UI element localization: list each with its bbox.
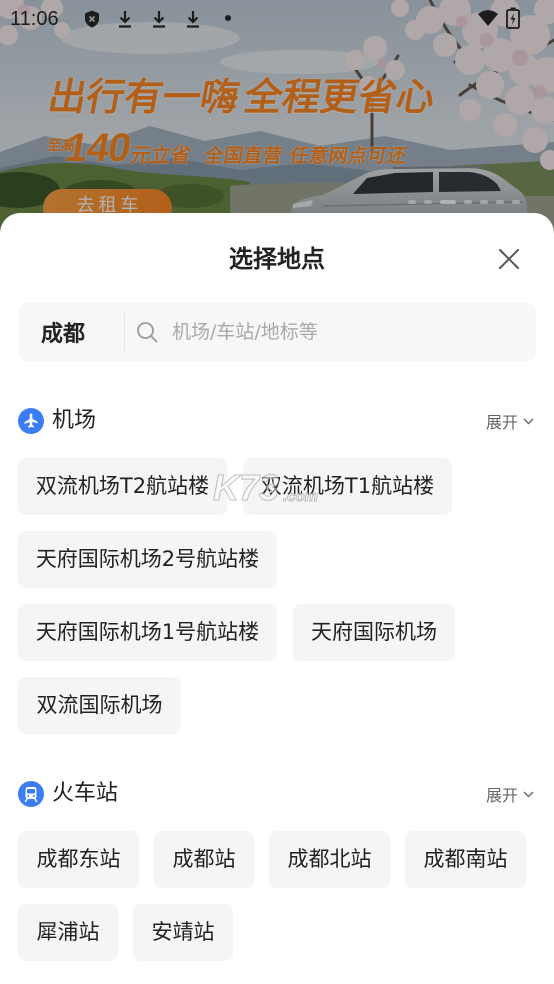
train-expand-button[interactable]: 展开	[486, 782, 534, 806]
airport-chip[interactable]: 双流机场T1航站楼	[243, 458, 452, 515]
airport-chip[interactable]: 天府国际机场1号航站楼	[18, 604, 277, 661]
station-chip[interactable]: 犀浦站	[18, 904, 118, 961]
expand-label: 展开	[485, 413, 518, 432]
expand-label: 展开	[485, 786, 518, 805]
airport-expand-button[interactable]: 展开	[486, 409, 534, 433]
station-chip[interactable]: 成都北站	[269, 831, 390, 888]
airport-chip[interactable]: 天府国际机场	[293, 604, 455, 661]
airport-section-header: 机场 展开	[18, 406, 536, 436]
airport-chip[interactable]: 天府国际机场2号航站楼	[18, 531, 277, 588]
search-bar: 成都	[18, 303, 536, 361]
close-icon[interactable]	[498, 248, 520, 270]
airport-list: 双流机场T2航站楼 双流机场T1航站楼 天府国际机场2号航站楼 天府国际机场1号…	[18, 458, 536, 734]
station-chip[interactable]: 成都南站	[405, 831, 526, 888]
train-station-list: 成都东站 成都站 成都北站 成都南站 犀浦站 安靖站	[18, 831, 536, 961]
station-chip[interactable]: 成都东站	[18, 831, 139, 888]
train-icon	[18, 781, 44, 807]
section-title-train: 火车站	[52, 781, 119, 806]
sheet-title: 选择地点	[229, 245, 325, 273]
train-section-header: 火车站 展开	[18, 779, 536, 809]
city-selector[interactable]: 成都	[18, 316, 124, 348]
search-input[interactable]	[172, 321, 536, 343]
section-title-airport: 机场	[52, 408, 97, 433]
airport-chip[interactable]: 双流国际机场	[18, 677, 181, 734]
chevron-down-icon	[523, 418, 534, 424]
airplane-icon	[18, 408, 44, 434]
airport-chip[interactable]: 双流机场T2航站楼	[18, 458, 227, 515]
search-divider	[124, 313, 125, 351]
station-chip[interactable]: 成都站	[154, 831, 254, 888]
search-icon	[137, 322, 158, 343]
station-chip[interactable]: 安靖站	[133, 904, 233, 961]
location-picker-sheet: 选择地点 成都 机场 展开 双流机场T2航站楼 双流机场T1航站楼	[0, 213, 554, 984]
chevron-down-icon	[523, 791, 534, 797]
sheet-header: 选择地点	[18, 213, 536, 303]
